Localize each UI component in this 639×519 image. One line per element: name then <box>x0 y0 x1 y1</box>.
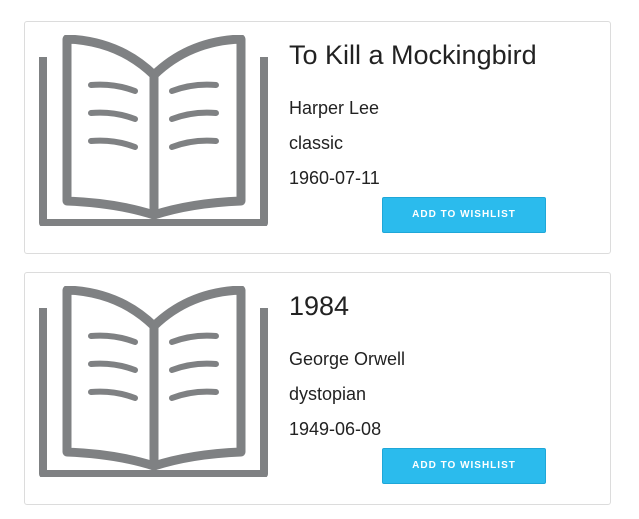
book-card: To Kill a Mockingbird Harper Lee classic… <box>24 21 611 254</box>
book-card: 1984 George Orwell dystopian 1949-06-08 … <box>24 272 611 505</box>
book-author: George Orwell <box>289 349 406 369</box>
open-book-icon <box>39 35 268 226</box>
book-author: Harper Lee <box>289 98 380 118</box>
add-to-wishlist-button[interactable]: ADD TO WISHLIST <box>382 197 546 233</box>
book-date: 1960-07-11 <box>289 168 380 188</box>
book-title: To Kill a Mockingbird <box>289 40 537 70</box>
book-title: 1984 <box>289 291 350 321</box>
book-genre: dystopian <box>289 384 367 404</box>
book-date: 1949-06-08 <box>289 419 382 439</box>
open-book-icon <box>39 286 268 477</box>
add-to-wishlist-button[interactable]: ADD TO WISHLIST <box>382 448 546 484</box>
book-genre: classic <box>289 133 344 153</box>
